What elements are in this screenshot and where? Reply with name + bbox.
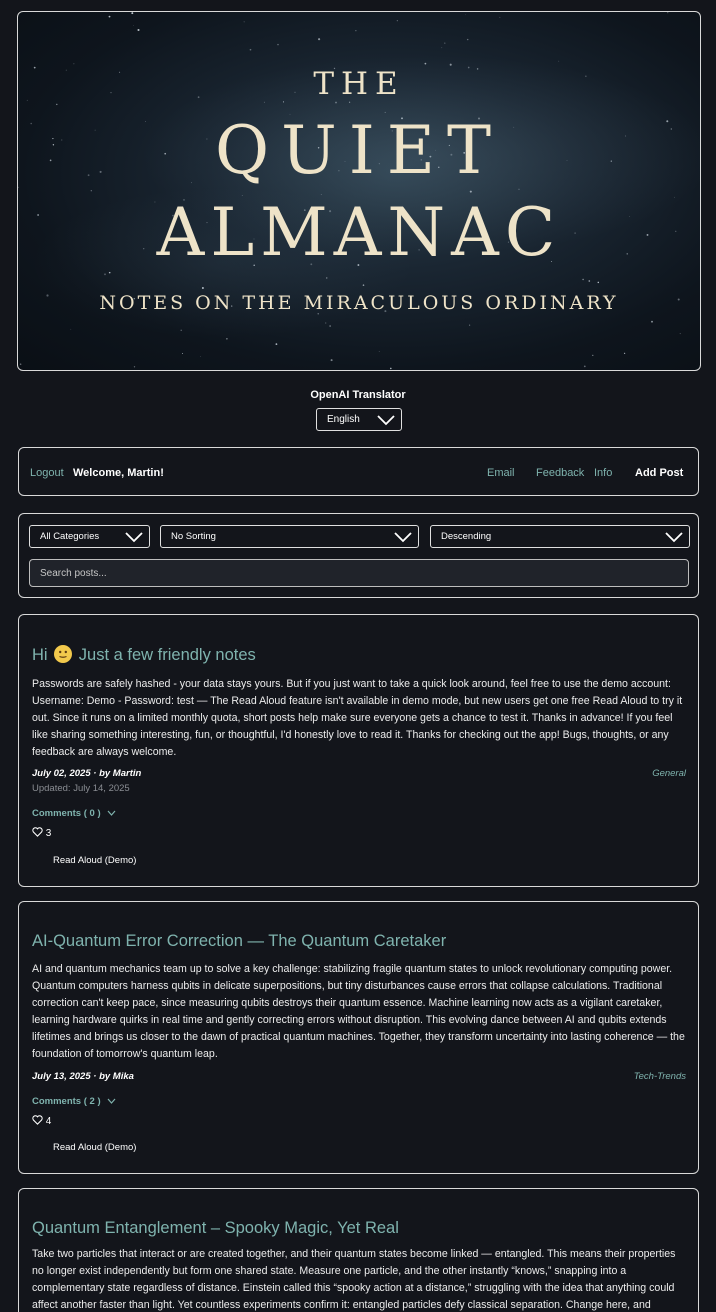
read-aloud-button[interactable]: Read Aloud (Demo)	[53, 1142, 136, 1153]
comments-toggle[interactable]: Comments ( 2 )	[32, 1096, 116, 1107]
like-button[interactable]: 4	[32, 1115, 51, 1127]
order-select[interactable]: Descending	[430, 525, 690, 548]
post-meta: July 13, 2025 · by Mika	[32, 1071, 134, 1082]
heart-icon	[32, 1115, 43, 1125]
heart-icon	[32, 827, 43, 837]
post-title[interactable]: Hi Just a few friendly notes	[32, 645, 256, 665]
chevron-down-icon	[377, 415, 395, 426]
post-title[interactable]: AI-Quantum Error Correction — The Quantu…	[32, 932, 446, 951]
chevron-down-icon	[665, 532, 683, 543]
post-category[interactable]: Tech-Trends	[634, 1071, 686, 1082]
like-count: 4	[45, 1116, 52, 1127]
read-aloud-button[interactable]: Read Aloud (Demo)	[53, 855, 136, 866]
chevron-down-icon	[125, 532, 143, 543]
language-select[interactable]: English	[316, 408, 402, 431]
sorting-select-value: No Sorting	[171, 531, 216, 542]
post-card: AI-Quantum Error Correction — The Quantu…	[18, 901, 699, 1174]
feedback-link[interactable]: Feedback	[536, 467, 584, 479]
like-count: 3	[45, 828, 52, 839]
slightly-smiling-face-icon	[54, 645, 73, 663]
post-card: Quantum Entanglement – Spooky Magic, Yet…	[18, 1188, 699, 1312]
sorting-select[interactable]: No Sorting	[160, 525, 419, 548]
chevron-down-icon	[107, 810, 116, 816]
post-meta: July 02, 2025 · by Martin	[32, 768, 142, 779]
post-body: Passwords are safely hashed - your data …	[32, 678, 683, 758]
hero-banner: THE QUIET ALMANAC NOTES ON THE MIRACULOU…	[17, 11, 701, 371]
info-link[interactable]: Info	[594, 467, 612, 479]
filter-panel: All Categories No Sorting Descending Sea…	[18, 513, 699, 598]
post-card: Hi Just a few friendly notes Passwords a…	[18, 614, 699, 887]
post-title[interactable]: Quantum Entanglement – Spooky Magic, Yet…	[32, 1219, 399, 1238]
logout-link[interactable]: Logout	[30, 467, 64, 479]
top-nav: Logout Welcome, Martin! Email Feedback I…	[18, 447, 699, 496]
like-button[interactable]: 3	[32, 827, 51, 839]
language-select-value: English	[327, 414, 360, 425]
category-select-value: All Categories	[40, 531, 100, 542]
search-placeholder: Search posts...	[40, 568, 107, 579]
chevron-down-icon	[394, 532, 412, 543]
welcome-text: Welcome, Martin!	[73, 467, 164, 479]
chevron-down-icon	[107, 1098, 116, 1104]
search-input[interactable]: Search posts...	[29, 559, 689, 587]
hero-subtitle: NOTES ON THE MIRACULOUS ORDINARY	[99, 292, 619, 314]
email-link[interactable]: Email	[487, 467, 515, 479]
hero-title-line2: QUIET	[214, 112, 503, 189]
category-select[interactable]: All Categories	[29, 525, 150, 548]
post-updated: Updated: July 14, 2025	[32, 783, 130, 794]
hero-title-line1: THE	[313, 66, 405, 102]
add-post-button[interactable]: Add Post	[635, 467, 683, 479]
translator-label: OpenAI Translator	[310, 389, 406, 401]
comments-toggle[interactable]: Comments ( 0 )	[32, 808, 116, 819]
hero-title-line3: ALMANAC	[156, 194, 562, 271]
post-category[interactable]: General	[652, 768, 686, 779]
order-select-value: Descending	[441, 531, 492, 542]
post-body: Take two particles that interact or are …	[32, 1248, 676, 1311]
post-body: AI and quantum mechanics team up to solv…	[32, 963, 685, 1060]
